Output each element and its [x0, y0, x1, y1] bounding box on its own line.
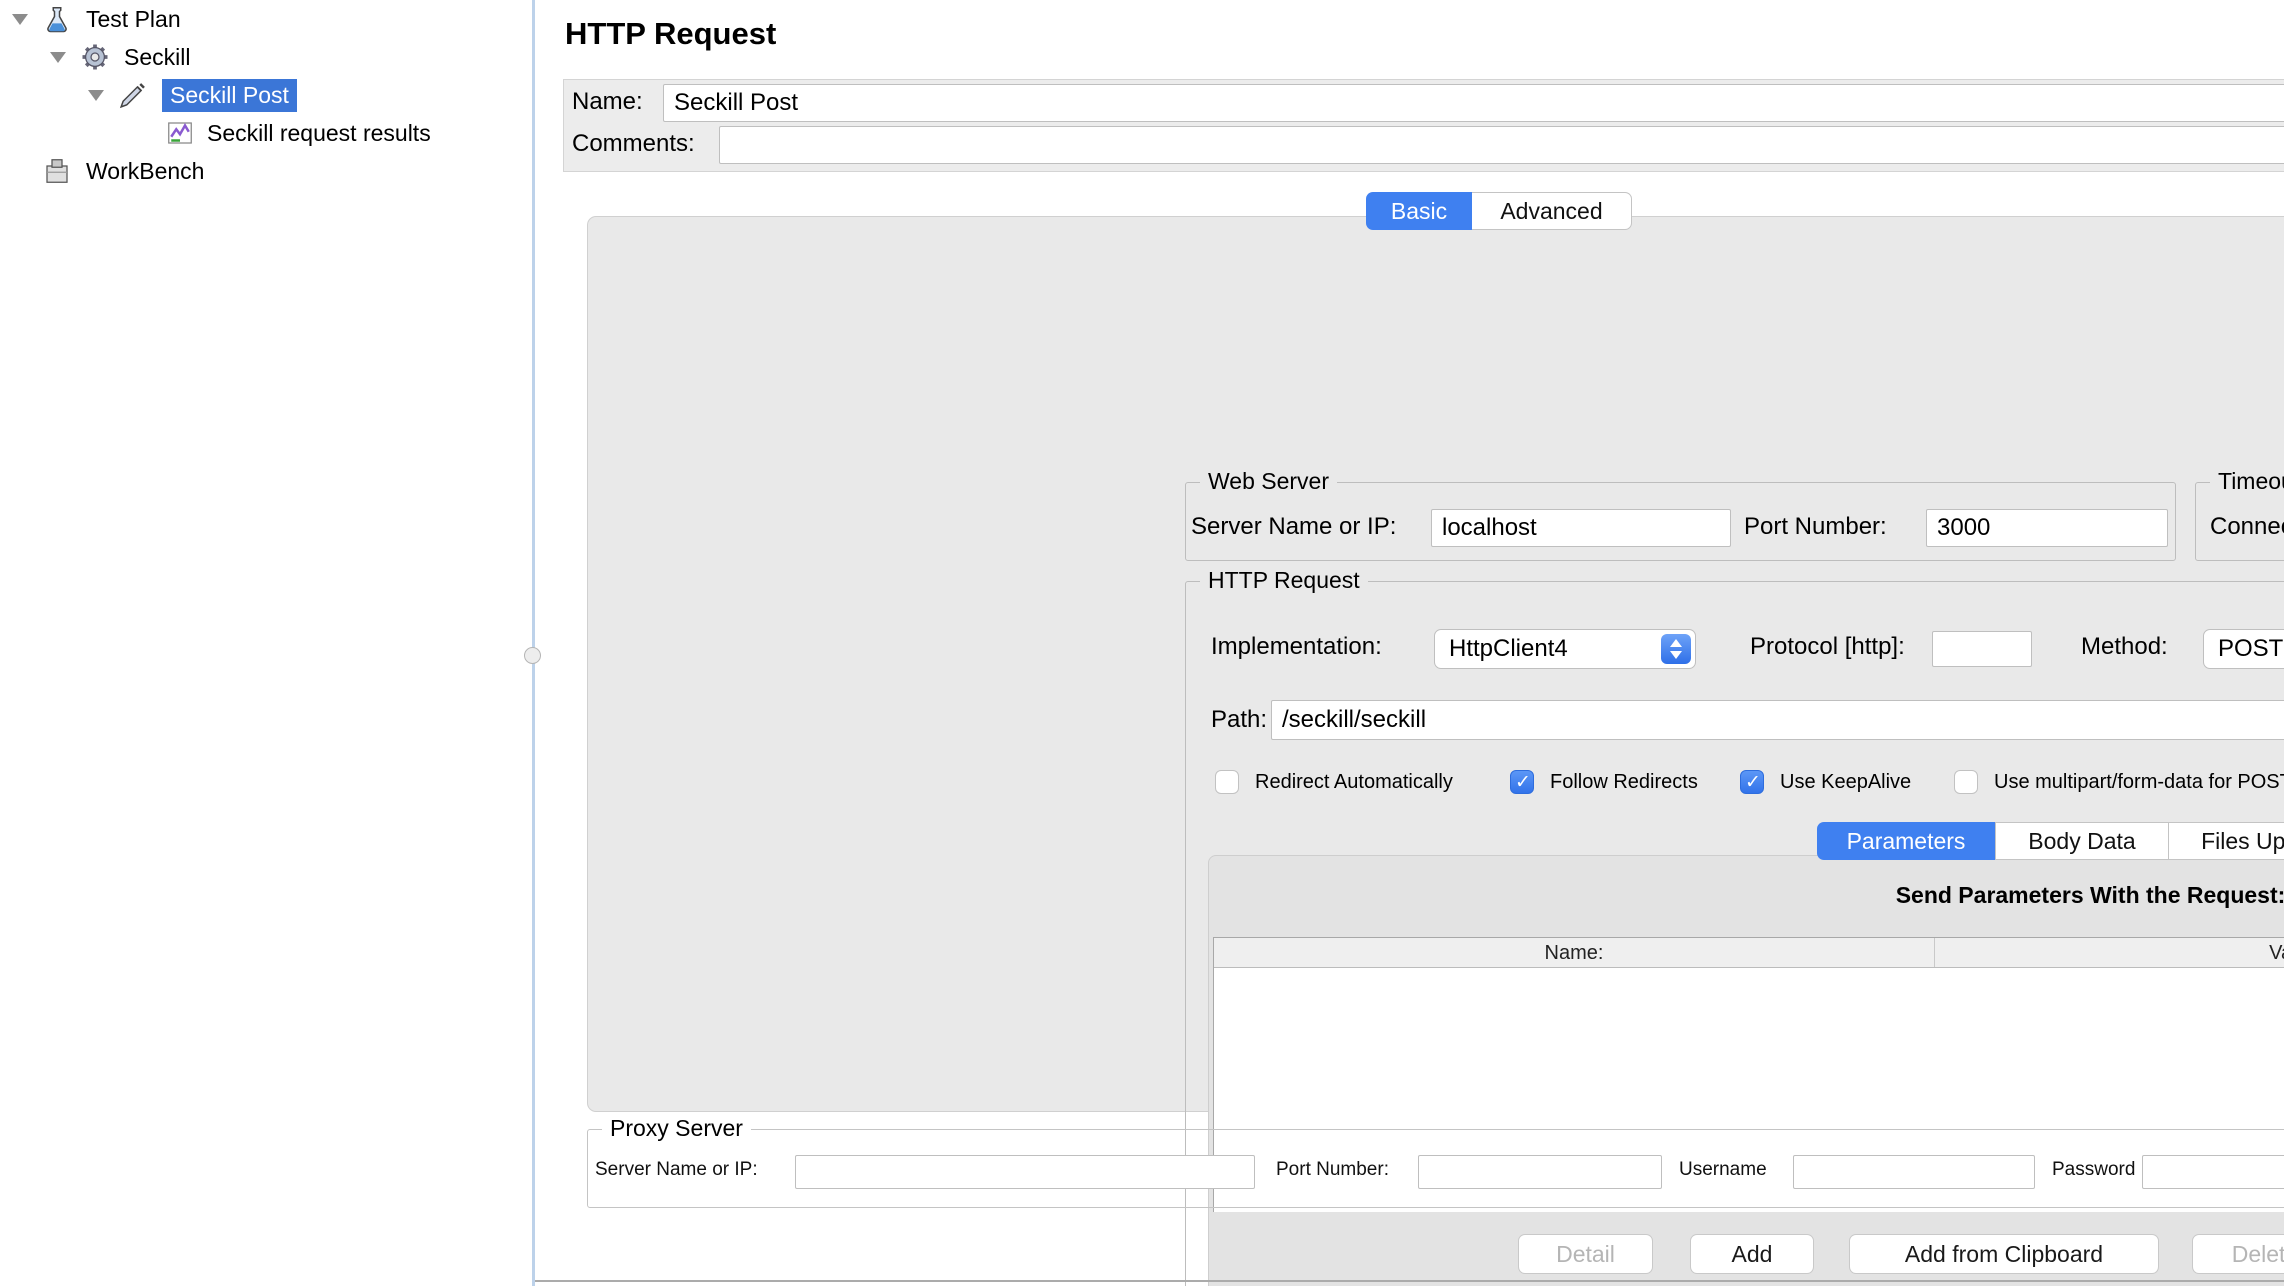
tab-advanced[interactable]: Advanced: [1472, 192, 1632, 230]
tree-item-label-selected[interactable]: Seckill Post: [162, 78, 297, 112]
follow-redirects-checkbox[interactable]: [1510, 770, 1534, 794]
tree-item-test-plan[interactable]: Test Plan: [0, 0, 530, 38]
checkbox-label: Follow Redirects: [1550, 770, 1698, 793]
tab-body-data[interactable]: Body Data: [1995, 822, 2169, 860]
protocol-input[interactable]: [1932, 631, 2032, 667]
gear-icon: [82, 44, 108, 70]
proxy-port-label: Port Number:: [1276, 1159, 1389, 1180]
proxy-server-name-label: Server Name or IP:: [595, 1159, 758, 1180]
tree-item-seckill-post[interactable]: Seckill Post: [0, 76, 530, 114]
jmeter-window: Test Plan Seckill Seckill Post Seckill r…: [0, 0, 2284, 1286]
checkbox-label: Use multipart/form-data for POST: [1994, 770, 2284, 793]
proxy-server-fieldset: Proxy Server Server Name or IP: Port Num…: [587, 1115, 2284, 1208]
add-from-clipboard-button[interactable]: Add from Clipboard: [1849, 1234, 2159, 1274]
tab-parameters[interactable]: Parameters: [1817, 822, 1995, 860]
stepper-arrows-icon[interactable]: [1661, 634, 1691, 664]
web-server-legend: Web Server: [1200, 468, 1338, 495]
server-name-label: Server Name or IP:: [1191, 513, 1397, 540]
redirect-automatically-checkbox[interactable]: [1215, 770, 1239, 794]
web-server-fieldset: Web Server Server Name or IP: Port Numbe…: [1185, 468, 2176, 561]
expand-triangle-icon[interactable]: [50, 51, 66, 63]
proxy-port-input[interactable]: [1418, 1155, 1662, 1189]
tree-item-seckill-request-results[interactable]: Seckill request results: [0, 114, 530, 152]
http-request-legend: HTTP Request: [1200, 567, 1368, 594]
delete-button[interactable]: Delete: [2192, 1234, 2284, 1274]
server-name-input[interactable]: [1431, 509, 1731, 547]
workbench-icon: [46, 159, 68, 183]
path-input[interactable]: [1271, 700, 2284, 740]
proxy-username-input[interactable]: [1793, 1155, 2035, 1189]
proxy-password-input[interactable]: [2142, 1155, 2284, 1189]
follow-redirects-option: Follow Redirects: [1510, 768, 1698, 796]
page-title: HTTP Request: [565, 16, 777, 51]
method-value: POST: [2218, 635, 2284, 662]
timeouts-fieldset: Timeouts (milliseconds) Connect: Respons…: [2195, 468, 2284, 561]
expand-triangle-icon[interactable]: [88, 89, 104, 101]
tree-item-label[interactable]: Seckill request results: [207, 120, 431, 147]
pane-bottom-border: [535, 1280, 2284, 1282]
name-label: Name:: [572, 88, 643, 115]
tree-item-workbench[interactable]: WorkBench: [0, 152, 530, 190]
implementation-value: HttpClient4: [1449, 635, 1568, 662]
tree-item-label[interactable]: Seckill: [124, 44, 190, 71]
implementation-select[interactable]: HttpClient4: [1434, 629, 1696, 669]
proxy-server-legend: Proxy Server: [602, 1115, 751, 1142]
basic-settings-panel: Web Server Server Name or IP: Port Numbe…: [587, 216, 2284, 1286]
redirect-automatically-option: Redirect Automatically: [1215, 768, 1453, 796]
column-header-name[interactable]: Name:: [1214, 938, 1935, 967]
method-select[interactable]: POST: [2203, 629, 2284, 669]
parameters-table-header: Name: Value Encode? Include: [1214, 938, 2284, 968]
send-parameters-title: Send Parameters With the Request:: [1895, 882, 2284, 908]
comments-label: Comments:: [572, 130, 695, 157]
splitpane-handle[interactable]: [524, 647, 541, 664]
detail-button[interactable]: Detail: [1518, 1234, 1653, 1274]
port-number-label: Port Number:: [1744, 513, 1887, 540]
implementation-label: Implementation:: [1211, 633, 1382, 660]
multipart-form-data-checkbox[interactable]: [1954, 770, 1978, 794]
parameters-panel: Send Parameters With the Request: Name: …: [1208, 855, 2284, 1286]
splitpane-divider[interactable]: [532, 0, 535, 1286]
tab-files-upload[interactable]: Files Upload: [2168, 822, 2284, 860]
tree-item-label[interactable]: Test Plan: [86, 6, 181, 33]
comments-input[interactable]: [719, 126, 2284, 164]
http-sampler-icon: [119, 83, 145, 109]
flask-icon: [47, 7, 67, 33]
path-label: Path:: [1211, 706, 1268, 733]
column-header-value[interactable]: Value: [1935, 938, 2284, 967]
proxy-username-label: Username: [1679, 1159, 1767, 1180]
checkbox-label: Use KeepAlive: [1780, 770, 1912, 793]
proxy-server-name-input[interactable]: [795, 1155, 1255, 1189]
use-keepalive-checkbox[interactable]: [1740, 770, 1764, 794]
checkbox-label: Redirect Automatically: [1255, 770, 1453, 793]
add-button[interactable]: Add: [1690, 1234, 1814, 1274]
expand-triangle-icon[interactable]: [12, 13, 28, 25]
use-keepalive-option: Use KeepAlive: [1740, 768, 1911, 796]
results-listener-icon: [168, 122, 192, 144]
tree-item-label[interactable]: WorkBench: [86, 158, 204, 185]
proxy-password-label: Password: [2052, 1159, 2136, 1180]
protocol-label: Protocol [http]:: [1750, 633, 1905, 660]
connect-timeout-label: Connect:: [2210, 513, 2284, 540]
timeouts-legend: Timeouts (milliseconds): [2210, 468, 2284, 495]
tree-item-seckill[interactable]: Seckill: [0, 38, 530, 76]
name-input[interactable]: [663, 84, 2284, 122]
port-number-input[interactable]: [1926, 509, 2168, 547]
tab-basic[interactable]: Basic: [1366, 192, 1472, 230]
multipart-form-data-option: Use multipart/form-data for POST: [1954, 768, 2284, 796]
method-label: Method:: [2081, 633, 2168, 660]
